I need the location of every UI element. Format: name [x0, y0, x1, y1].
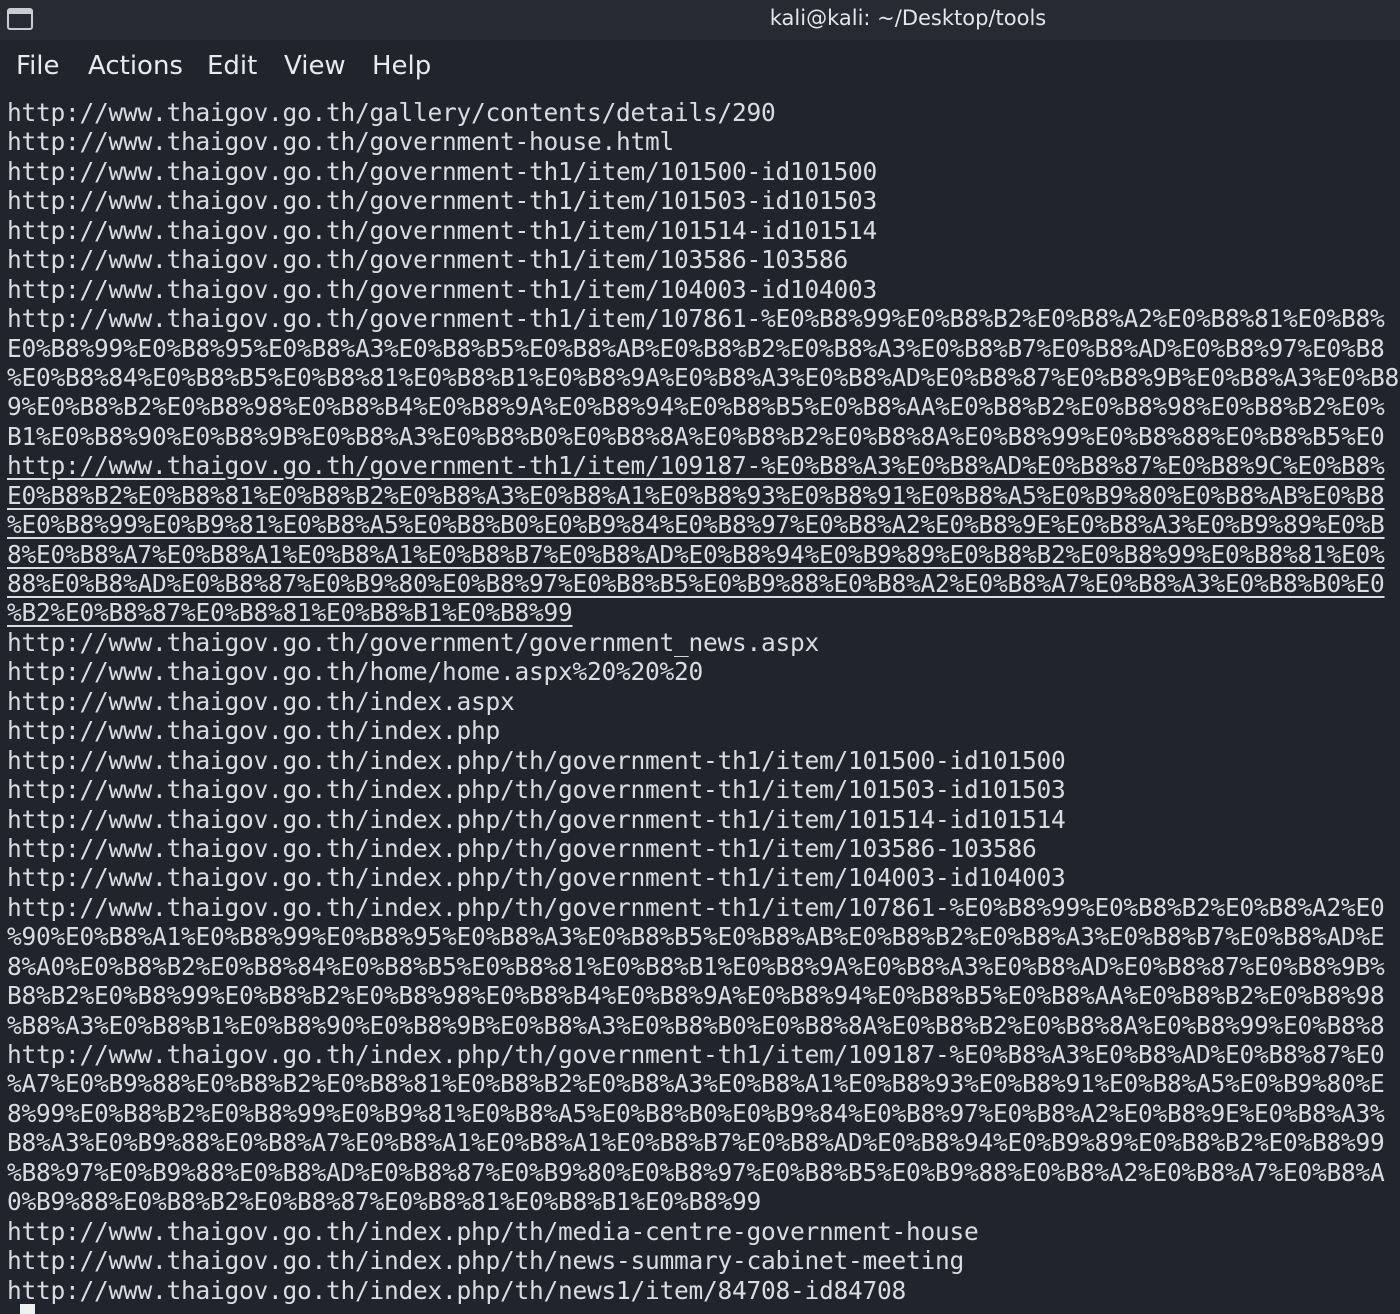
terminal-line: http://www.thaigov.go.th/index.php/th/ne…	[7, 1275, 907, 1305]
terminal-line: http://www.thaigov.go.th/index.php/th/go…	[7, 775, 1066, 805]
terminal-line: http://www.thaigov.go.th/index.php/th/go…	[7, 892, 1385, 922]
terminal-line: http://www.thaigov.go.th/index.php/th/go…	[7, 863, 1066, 893]
terminal-line: http://www.thaigov.go.th/government-hous…	[7, 127, 675, 157]
terminal-line: http://www.thaigov.go.th/index.aspx	[7, 686, 515, 716]
terminal-link-line[interactable]: 8%E0%B8%A7%E0%B8%A1%E0%B8%A1%E0%B8%B7%E0…	[7, 540, 1400, 569]
title-bar[interactable]: kali@kali: ~/Desktop/tools	[0, 0, 1400, 40]
terminal-line: 8%99%E0%B8%B2%E0%B8%99%E0%B9%81%E0%B8%A5…	[7, 1098, 1385, 1128]
terminal-line: B8%A3%E0%B9%88%E0%B8%A7%E0%B8%A1%E0%B8%A…	[7, 1128, 1385, 1158]
terminal-link-line[interactable]: %B2%E0%B8%87%E0%B8%81%E0%B8%B1%E0%B8%99	[7, 598, 1400, 627]
terminal-line: %A7%E0%B9%88%E0%B8%B2%E0%B8%81%E0%B8%B2%…	[7, 1069, 1385, 1099]
terminal-link-line[interactable]: http://www.thaigov.go.th/government-th1/…	[7, 451, 1400, 480]
menu-help[interactable]: Help	[372, 51, 431, 81]
terminal-line: %90%E0%B8%A1%E0%B8%99%E0%B8%95%E0%B8%A3%…	[7, 922, 1385, 952]
terminal-line: http://www.thaigov.go.th/index.php/th/ne…	[7, 1246, 965, 1276]
terminal-line: %B8%A3%E0%B8%B1%E0%B8%90%E0%B8%9B%E0%B8%…	[7, 1010, 1385, 1040]
terminal-line: http://www.thaigov.go.th/government-th1/…	[7, 156, 878, 186]
terminal-link-line[interactable]: E0%B8%B2%E0%B8%81%E0%B8%B2%E0%B8%A3%E0%B…	[7, 481, 1400, 510]
terminal-line: 8%A0%E0%B8%B2%E0%B8%84%E0%B8%B5%E0%B8%81…	[7, 951, 1385, 981]
terminal-line: http://www.thaigov.go.th/index.php/th/go…	[7, 804, 1066, 834]
terminal-line: http://www.thaigov.go.th/gallery/content…	[7, 98, 776, 127]
terminal-link-line[interactable]: 88%E0%B8%AD%E0%B8%87%E0%B9%80%E0%B8%97%E…	[7, 569, 1400, 598]
terminal-line: http://www.thaigov.go.th/government-th1/…	[7, 274, 878, 304]
menu-view[interactable]: View	[284, 51, 346, 81]
window-title: kali@kali: ~/Desktop/tools	[769, 6, 1047, 30]
menu-file[interactable]: File	[16, 51, 60, 81]
terminal-line: http://www.thaigov.go.th/government-th1/…	[7, 245, 849, 275]
terminal-line: B8%B2%E0%B8%99%E0%B8%B2%E0%B8%98%E0%B8%B…	[7, 981, 1385, 1011]
terminal-line: http://www.thaigov.go.th/government-th1/…	[7, 304, 1385, 334]
terminal-line: 9%E0%B8%B2%E0%B8%98%E0%B8%B4%E0%B8%9A%E0…	[7, 392, 1385, 422]
terminal-line: http://www.thaigov.go.th/index.php	[7, 716, 501, 746]
terminal-line: http://www.thaigov.go.th/government/gove…	[7, 627, 820, 657]
terminal-link-line[interactable]: %E0%B8%99%E0%B9%81%E0%B8%A5%E0%B8%B0%E0%…	[7, 510, 1400, 539]
menu-bar: File Actions Edit View Help	[0, 46, 1400, 90]
terminal-line: http://www.thaigov.go.th/government-th1/…	[7, 215, 878, 245]
terminal-line: %E0%B8%84%E0%B8%B5%E0%B8%81%E0%B8%B1%E0%…	[7, 362, 1400, 392]
menu-actions[interactable]: Actions	[88, 51, 183, 81]
terminal-output[interactable]: http://www.thaigov.go.th/gallery/content…	[7, 98, 1400, 1314]
terminal-line: http://www.thaigov.go.th/index.php/th/me…	[7, 1216, 979, 1246]
text-cursor	[20, 1304, 35, 1314]
terminal-line: http://www.thaigov.go.th/index.php/th/go…	[7, 745, 1066, 775]
terminal-line: http://www.thaigov.go.th/government-th1/…	[7, 186, 878, 216]
terminal-window: kali@kali: ~/Desktop/tools File Actions …	[0, 0, 1400, 1314]
terminal-line: http://www.thaigov.go.th/index.php/th/go…	[7, 833, 1037, 863]
terminal-line: E0%B8%99%E0%B8%95%E0%B8%A3%E0%B8%B5%E0%B…	[7, 333, 1385, 363]
terminal-line: B1%E0%B8%90%E0%B8%9B%E0%B8%A3%E0%B8%B0%E…	[7, 421, 1385, 451]
terminal-line: http://www.thaigov.go.th/home/home.aspx%…	[7, 657, 704, 687]
terminal-line: 0%B9%88%E0%B8%B2%E0%B8%87%E0%B8%81%E0%B8…	[7, 1187, 762, 1217]
terminal-line: http://www.thaigov.go.th/index.php/th/go…	[7, 1040, 1385, 1069]
menu-edit[interactable]: Edit	[207, 51, 257, 81]
terminal-line: %B8%97%E0%B9%88%E0%B8%AD%E0%B8%87%E0%B9%…	[7, 1157, 1385, 1187]
